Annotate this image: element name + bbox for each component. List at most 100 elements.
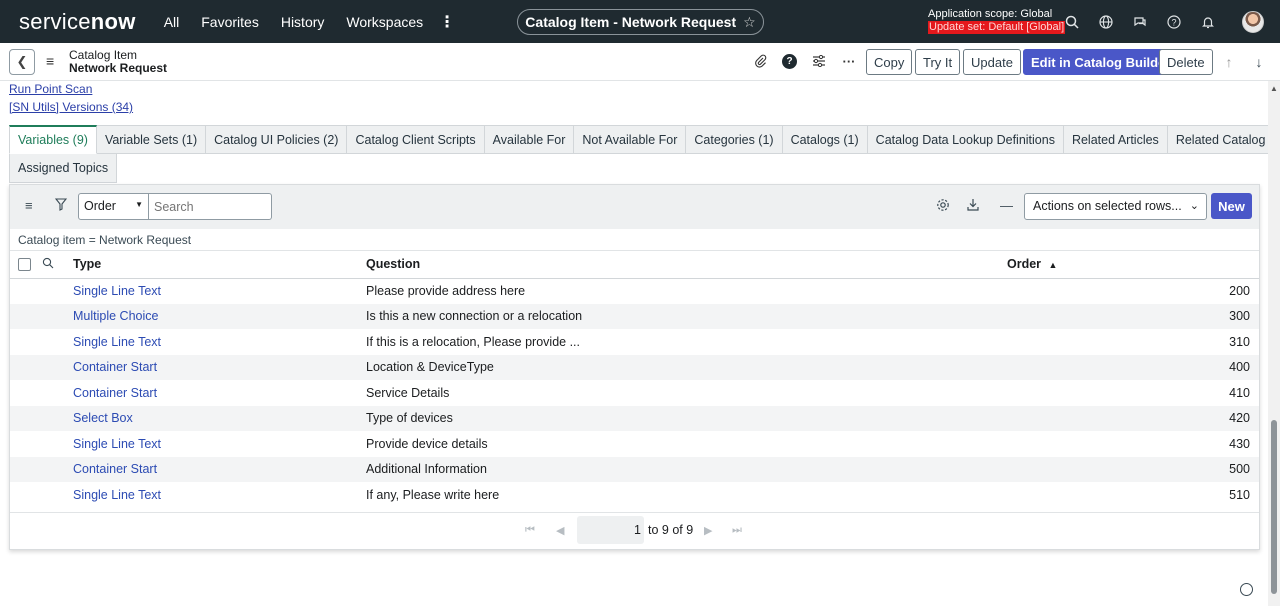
record-title: Catalog Item - Network Request xyxy=(525,14,737,30)
settings-sliders-icon[interactable] xyxy=(811,52,827,70)
next-page-icon[interactable]: ▶ xyxy=(704,524,712,537)
run-point-scan-link[interactable]: Run Point Scan xyxy=(9,80,133,98)
scrollbar-thumb[interactable] xyxy=(1271,420,1277,594)
gear-icon[interactable] xyxy=(936,198,950,215)
page-number-input[interactable]: 1 xyxy=(577,516,644,544)
tab-variables[interactable]: Variables (9) xyxy=(9,125,97,154)
column-search-cell xyxy=(42,251,73,279)
more-menu-icon[interactable]: ⋮ xyxy=(439,12,455,32)
last-page-icon[interactable]: ⏭ xyxy=(732,524,742,537)
type-link[interactable]: Single Line Text xyxy=(73,488,161,502)
edit-in-catalog-builder-button[interactable]: Edit in Catalog Builder xyxy=(1023,49,1179,75)
tab-catalog-data-lookup-definitions[interactable]: Catalog Data Lookup Definitions xyxy=(867,125,1064,154)
servicenow-logo[interactable]: servicenow xyxy=(19,9,136,35)
user-avatar[interactable] xyxy=(1242,11,1264,33)
select-all-checkbox[interactable] xyxy=(18,258,31,272)
search-input[interactable] xyxy=(149,193,272,220)
table-row[interactable]: Single Line Text Please provide address … xyxy=(10,278,1259,304)
table-row[interactable]: Single Line Text If this is a relocation… xyxy=(10,329,1259,355)
list-breadcrumb[interactable]: Catalog item = Network Request xyxy=(10,229,1259,251)
page-scrollbar[interactable]: ▲ xyxy=(1268,81,1280,606)
tab-variable-sets[interactable]: Variable Sets (1) xyxy=(96,125,207,154)
type-link[interactable]: Select Box xyxy=(73,411,133,425)
type-link[interactable]: Multiple Choice xyxy=(73,309,158,323)
download-icon[interactable] xyxy=(967,198,979,214)
tab-categories[interactable]: Categories (1) xyxy=(686,125,783,154)
help-icon[interactable]: ? xyxy=(1164,12,1184,32)
type-link[interactable]: Single Line Text xyxy=(73,284,161,298)
question-cell: If any, Please write here xyxy=(366,482,1007,508)
logo-now-text: now xyxy=(90,8,136,34)
new-button[interactable]: New xyxy=(1211,193,1252,219)
column-header-question[interactable]: Question xyxy=(366,251,1007,279)
list-menu-icon[interactable]: ≡ xyxy=(25,198,33,213)
tab-assigned-topics[interactable]: Assigned Topics xyxy=(9,154,118,183)
table-row[interactable]: Container Start Service Details 410 xyxy=(10,380,1259,406)
help-circle-icon[interactable]: ? xyxy=(782,54,797,69)
sort-ascending-icon: ▲ xyxy=(1048,260,1058,271)
back-button[interactable]: ❮ xyxy=(9,49,35,75)
bell-icon[interactable] xyxy=(1198,12,1218,32)
previous-page-icon[interactable]: ◀ xyxy=(556,524,564,537)
svg-text:?: ? xyxy=(1171,18,1176,28)
nav-workspaces[interactable]: Workspaces xyxy=(346,14,423,30)
globe-icon[interactable] xyxy=(1096,12,1116,32)
tab-catalogs[interactable]: Catalogs (1) xyxy=(782,125,868,154)
filter-icon[interactable] xyxy=(54,198,68,214)
nav-history[interactable]: History xyxy=(281,14,325,30)
collapse-icon[interactable]: — xyxy=(1000,198,1013,213)
chat-icon[interactable] xyxy=(1130,12,1150,32)
arrow-up-icon[interactable]: ↑ xyxy=(1221,54,1237,70)
nav-favorites[interactable]: Favorites xyxy=(201,14,259,30)
search-icon[interactable] xyxy=(1062,12,1082,32)
question-cell: If this is a relocation, Please provide … xyxy=(366,329,1007,355)
type-link[interactable]: Container Start xyxy=(73,462,157,476)
tab-related-articles[interactable]: Related Articles xyxy=(1063,125,1168,154)
order-header-label: Order xyxy=(1007,257,1042,272)
try-it-button[interactable]: Try It xyxy=(915,49,961,75)
type-link[interactable]: Container Start xyxy=(73,360,157,374)
variables-list-panel: ≡ Order ▼ — Actions on selected rows... … xyxy=(9,184,1260,550)
nav-all[interactable]: All xyxy=(164,14,180,30)
column-header-type[interactable]: Type xyxy=(73,251,366,279)
type-link[interactable]: Single Line Text xyxy=(73,335,161,349)
table-row[interactable]: Single Line Text If any, Please write he… xyxy=(10,482,1259,508)
actions-on-selected-rows-select[interactable]: Actions on selected rows... ⌄ xyxy=(1024,193,1207,220)
related-links: Run Point Scan [SN Utils] Versions (34) xyxy=(9,80,133,116)
app-scope-indicator[interactable]: Application scope: Global Update set: De… xyxy=(928,8,1066,34)
table-row[interactable]: Multiple Choice Is this a new connection… xyxy=(10,303,1259,329)
variables-table: Type Question Order ▲ Single Line Text P… xyxy=(10,251,1259,508)
order-cell: 410 xyxy=(1007,380,1259,406)
tab-catalog-client-scripts[interactable]: Catalog Client Scripts xyxy=(347,125,485,154)
copy-button[interactable]: Copy xyxy=(866,49,913,75)
versions-link[interactable]: [SN Utils] Versions (34) xyxy=(9,98,133,116)
column-header-order[interactable]: Order ▲ xyxy=(1007,251,1259,279)
scroll-up-icon[interactable]: ▲ xyxy=(1270,84,1278,93)
order-cell: 300 xyxy=(1007,303,1259,329)
type-link[interactable]: Single Line Text xyxy=(73,437,161,451)
tab-related-catalog-items[interactable]: Related Catalog Items xyxy=(1167,125,1280,154)
delete-button[interactable]: Delete xyxy=(1159,49,1213,75)
question-cell: Please provide address here xyxy=(366,278,1007,304)
table-row[interactable]: Single Line Text Provide device details … xyxy=(10,431,1259,457)
more-options-icon[interactable]: ··· xyxy=(841,52,857,70)
form-context-menu-icon[interactable]: ≡ xyxy=(46,53,54,69)
column-search-icon[interactable] xyxy=(42,257,54,269)
first-page-icon[interactable]: ⏮ xyxy=(525,524,535,537)
type-link[interactable]: Container Start xyxy=(73,386,157,400)
tab-available-for[interactable]: Available For xyxy=(484,125,575,154)
paperclip-icon[interactable] xyxy=(752,52,768,70)
tab-not-available-for[interactable]: Not Available For xyxy=(574,125,687,154)
update-button[interactable]: Update xyxy=(963,49,1021,75)
timer-icon[interactable] xyxy=(1240,583,1253,596)
update-set-text: Update set: Default [Global] xyxy=(928,21,1066,34)
table-row[interactable]: Select Box Type of devices 420 xyxy=(10,405,1259,431)
star-icon[interactable]: ☆ xyxy=(743,14,756,31)
arrow-down-icon[interactable]: ↓ xyxy=(1251,54,1267,70)
record-title-pill[interactable]: Catalog Item - Network Request ☆ xyxy=(517,9,764,35)
tab-catalog-ui-policies[interactable]: Catalog UI Policies (2) xyxy=(206,125,348,154)
search-field-select[interactable]: Order ▼ xyxy=(78,193,149,220)
table-row[interactable]: Container Start Location & DeviceType 40… xyxy=(10,354,1259,380)
chevron-down-icon: ⌄ xyxy=(1189,200,1199,212)
table-row[interactable]: Container Start Additional Information 5… xyxy=(10,456,1259,482)
